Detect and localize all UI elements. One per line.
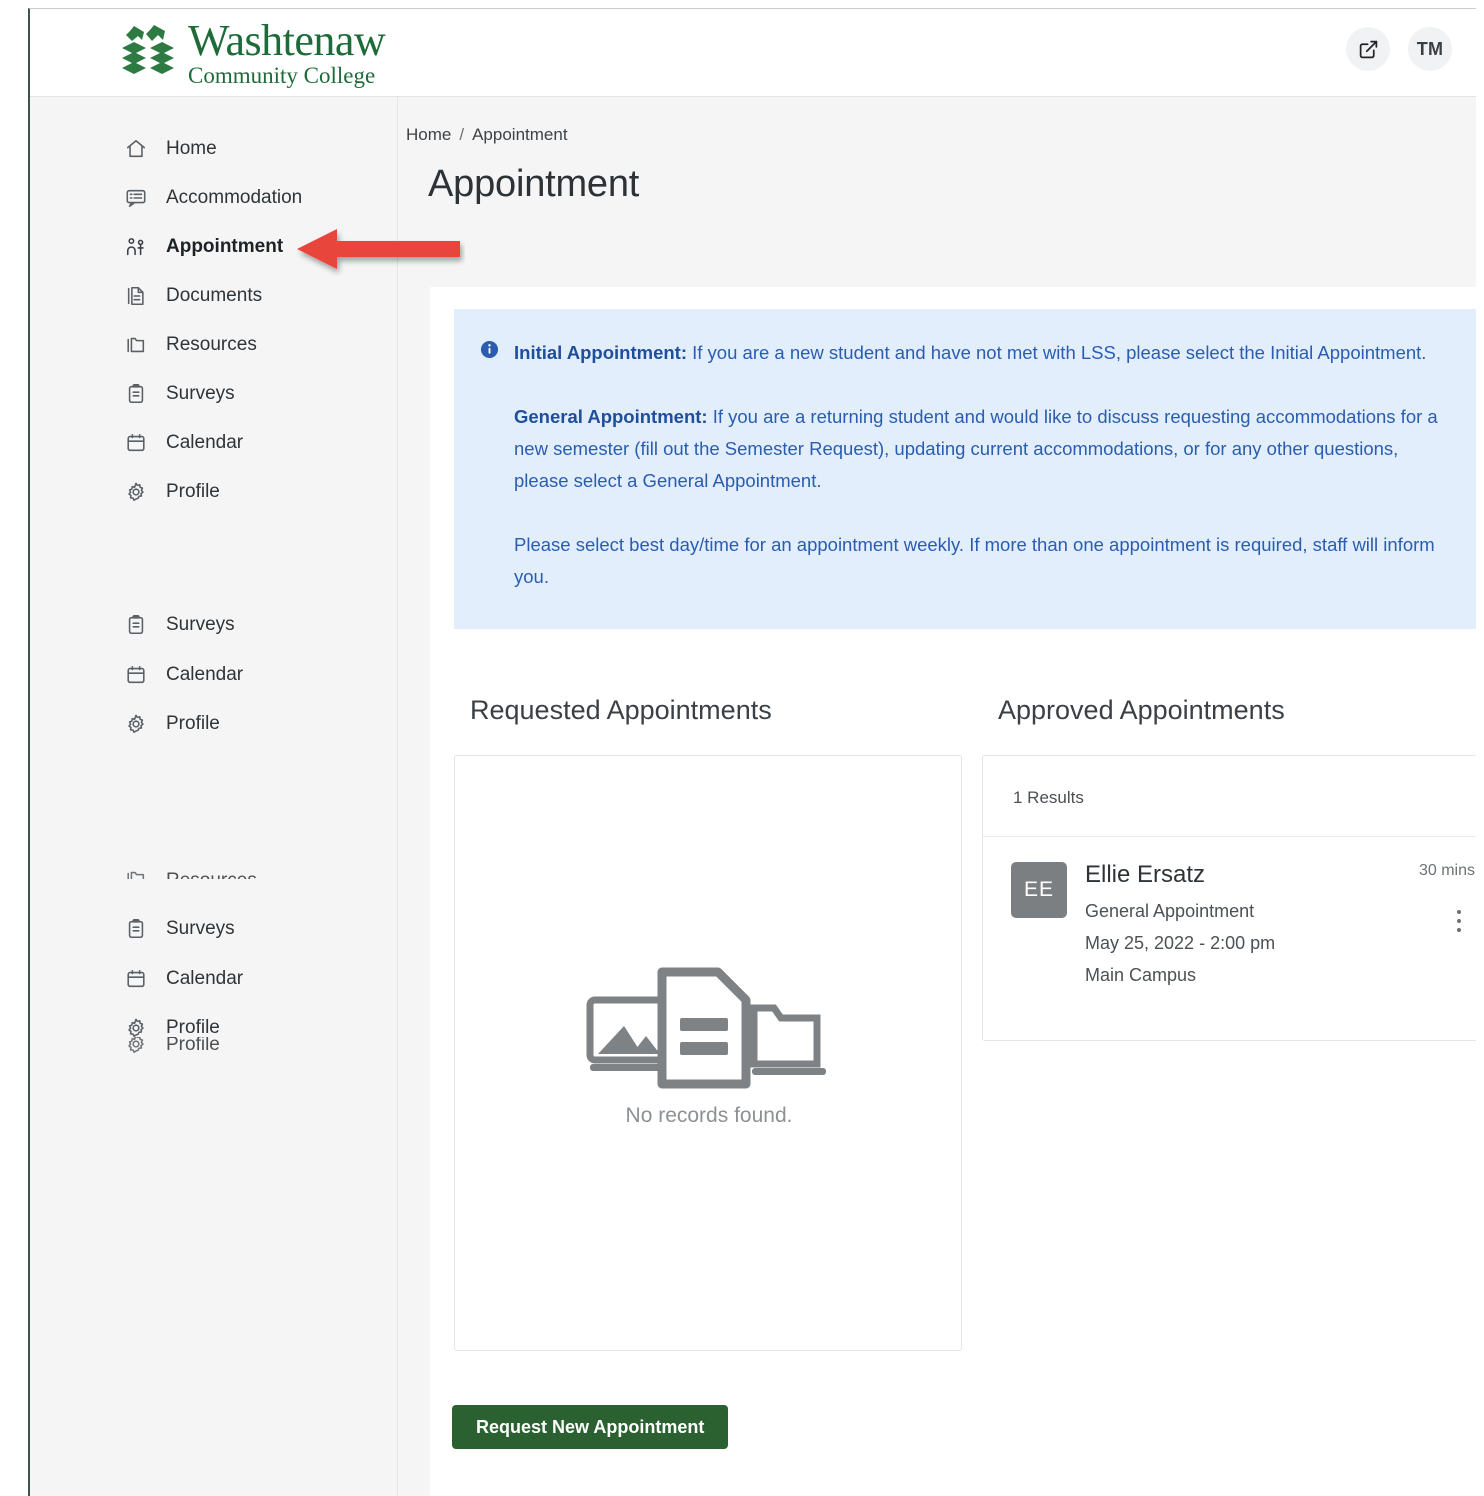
sidebar-item-profile-4[interactable]: Profile xyxy=(30,1037,397,1057)
sidebar-item-label: Resources xyxy=(166,870,257,879)
logo-line-1: Washtenaw xyxy=(188,16,386,65)
screenshot-root: Washtenaw Community College TM Home Acco… xyxy=(0,0,1484,1496)
sidebar-item-calendar-2[interactable]: Calendar xyxy=(30,655,397,695)
sidebar-item-label: Calendar xyxy=(166,664,244,685)
appointment-location: Main Campus xyxy=(1085,965,1197,986)
calendar-icon xyxy=(124,967,148,991)
external-link-icon xyxy=(1359,40,1377,58)
calendar-icon xyxy=(124,663,148,687)
sidebar-item-profile[interactable]: Profile xyxy=(30,472,397,512)
page-body: Home Accommodation Appointment Documents… xyxy=(30,97,1476,1496)
requested-appointments-title: Requested Appointments xyxy=(470,695,772,725)
no-records-illustration-icon xyxy=(586,967,826,1089)
divider xyxy=(983,836,1476,837)
home-icon xyxy=(124,137,148,161)
top-header-bar: Washtenaw Community College TM xyxy=(30,9,1476,97)
profile-gear-icon xyxy=(124,712,148,736)
external-link-button[interactable] xyxy=(1346,27,1390,71)
sidebar-item-label: Calendar xyxy=(166,968,244,989)
user-avatar-button[interactable]: TM xyxy=(1408,27,1452,71)
sidebar-item-home[interactable]: Home xyxy=(30,129,397,169)
requested-appointments-card: No records found. xyxy=(454,755,962,1351)
results-count: 1 Results xyxy=(1013,788,1084,807)
sidebar-item-surveys-3[interactable]: Surveys xyxy=(30,909,397,949)
main-content: Home / Appointment Appointment Initial A… xyxy=(398,97,1476,1496)
resources-icon xyxy=(124,857,148,879)
appointment-list-item[interactable]: EE Ellie Ersatz General Appointment May … xyxy=(1011,861,1475,986)
sidebar-item-resources-3[interactable]: Resources xyxy=(30,857,397,879)
sidebar-item-label: Profile xyxy=(166,481,220,502)
sidebar-item-calendar-3[interactable]: Calendar xyxy=(30,959,397,999)
sidebar-item-label: Calendar xyxy=(166,432,244,453)
appointment-icon xyxy=(124,235,148,259)
info-alert: Initial Appointment: If you are a new st… xyxy=(454,309,1476,629)
empty-state: No records found. xyxy=(455,964,963,1128)
alert-paragraph-initial: Initial Appointment: If you are a new st… xyxy=(514,337,1448,369)
breadcrumb-current: Appointment xyxy=(472,125,568,144)
alert-paragraph-general: General Appointment: If you are a return… xyxy=(514,401,1448,497)
appointment-details: Ellie Ersatz General Appointment May 25,… xyxy=(1085,861,1276,986)
sidebar-item-label: Surveys xyxy=(166,383,235,404)
documents-icon xyxy=(124,284,148,308)
alert-initial-text: If you are a new student and have not me… xyxy=(687,342,1427,363)
approved-appointments-title: Approved Appointments xyxy=(998,695,1285,725)
surveys-icon xyxy=(124,382,148,406)
accommodation-icon xyxy=(124,186,148,210)
sidebar-item-calendar[interactable]: Calendar xyxy=(30,423,397,463)
sidebar-nav: Home Accommodation Appointment Documents… xyxy=(30,97,398,1496)
sidebar-item-surveys[interactable]: Surveys xyxy=(30,374,397,414)
sidebar-item-label: Profile xyxy=(166,1037,220,1055)
breadcrumb: Home / Appointment xyxy=(406,125,568,145)
sidebar-item-label: Appointment xyxy=(166,236,284,257)
empty-state-caption: No records found. xyxy=(625,1104,793,1127)
alert-initial-label: Initial Appointment: xyxy=(514,342,687,363)
breadcrumb-home[interactable]: Home xyxy=(406,125,451,145)
approved-appointments-card: 1 Results EE Ellie Ersatz General Appoin… xyxy=(982,755,1476,1041)
sidebar-item-resources[interactable]: Resources xyxy=(30,325,397,365)
kebab-menu-icon[interactable] xyxy=(1457,910,1461,932)
header-actions: TM xyxy=(1346,27,1452,71)
sidebar-item-documents[interactable]: Documents xyxy=(30,276,397,316)
request-new-appointment-button[interactable]: Request New Appointment xyxy=(452,1405,729,1449)
avatar-initials: EE xyxy=(1023,878,1054,901)
sidebar-item-accommodation[interactable]: Accommodation xyxy=(30,178,397,218)
sidebar-item-label: Accommodation xyxy=(166,187,303,208)
appointment-person-name: Ellie Ersatz xyxy=(1085,861,1206,888)
sidebar-item-label: Resources xyxy=(166,334,257,355)
surveys-icon xyxy=(124,613,148,637)
sidebar-item-label: Profile xyxy=(166,1017,220,1038)
sidebar-item-label: Surveys xyxy=(166,918,235,939)
avatar-initials: TM xyxy=(1416,38,1444,59)
page-title: Appointment xyxy=(428,163,640,205)
sidebar-item-surveys-2[interactable]: Surveys xyxy=(30,605,397,645)
sidebar-item-label: Home xyxy=(166,138,217,159)
sidebar-item-label: Documents xyxy=(166,285,263,306)
profile-gear-icon xyxy=(124,480,148,504)
appointment-actions: 30 mins xyxy=(1419,862,1475,932)
logo-line-2: Community College xyxy=(188,63,376,88)
appointment-duration: 30 mins xyxy=(1418,862,1475,879)
logo-wordmark: Washtenaw Community College xyxy=(188,16,386,88)
content-panel: Initial Appointment: If you are a new st… xyxy=(430,287,1476,1496)
resources-icon xyxy=(124,333,148,357)
calendar-icon xyxy=(124,431,148,455)
appointment-avatar: EE xyxy=(1011,862,1067,918)
profile-gear-icon xyxy=(124,1037,148,1057)
sidebar-item-label: Profile xyxy=(166,713,220,734)
surveys-icon xyxy=(124,917,148,941)
breadcrumb-separator: / xyxy=(459,125,465,144)
sidebar-item-appointment[interactable]: Appointment xyxy=(30,227,397,267)
alert-paragraph-note: Please select best day/time for an appoi… xyxy=(514,534,1435,587)
sidebar-item-label: Surveys xyxy=(166,614,235,635)
alert-general-label: General Appointment: xyxy=(514,406,708,427)
appointment-type: General Appointment xyxy=(1085,901,1255,922)
washtenaw-tree-logo-icon xyxy=(122,25,174,74)
sidebar-item-profile-2[interactable]: Profile xyxy=(30,704,397,744)
appointment-datetime: May 25, 2022 - 2:00 pm xyxy=(1085,933,1276,954)
browser-frame: Washtenaw Community College TM Home Acco… xyxy=(28,8,1476,1496)
washtenaw-logo[interactable]: Washtenaw Community College xyxy=(120,16,386,88)
info-circle-icon xyxy=(480,340,499,359)
